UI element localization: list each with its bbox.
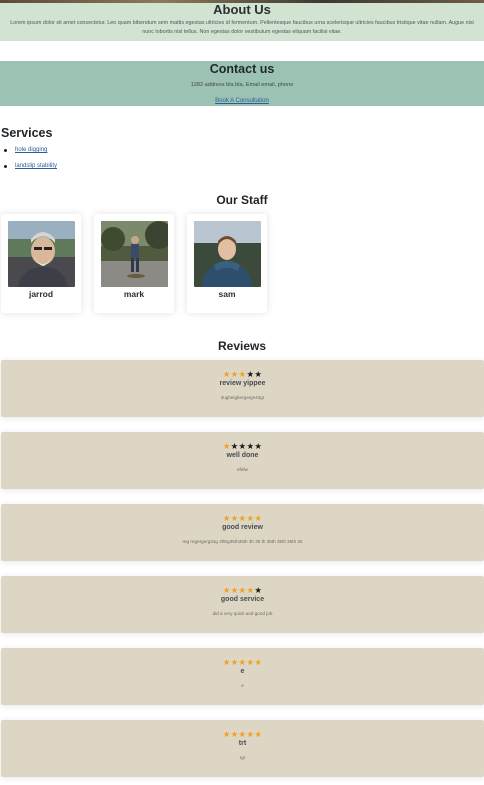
review-text: efefw	[237, 467, 248, 472]
reviews-title: Reviews	[217, 339, 267, 353]
staff-photo-jarrod	[7, 221, 75, 287]
star-filled-icon: ★	[230, 585, 239, 595]
about-title: About Us	[213, 2, 271, 17]
review-card: ★★★★★ good review reg regergerg34g 4f8rg35…	[1, 504, 484, 561]
review-text: e	[241, 683, 244, 688]
star-filled-icon: ★	[254, 729, 263, 739]
star-filled-icon: ★	[222, 441, 231, 451]
star-rating: ★★★★★	[1, 585, 484, 595]
star-filled-icon: ★	[254, 513, 263, 523]
review-text: 3ugheigbergergv43gr	[220, 395, 265, 400]
staff-name: jarrod	[28, 289, 54, 299]
staff-name: sam	[218, 289, 236, 299]
review-text: reg regergerg34g 4f8rg35th35th 3h 35 th …	[182, 539, 303, 544]
review-card: ★★★★★ well done efefw	[1, 432, 484, 489]
services-section: Services hole digging landslip stability	[1, 126, 57, 178]
star-filled-icon: ★	[222, 513, 231, 523]
staff-name: mark	[123, 289, 145, 299]
service-link-landslip-stability[interactable]: landslip stability	[15, 163, 57, 169]
contact-title: Contact us	[209, 62, 275, 76]
star-filled-icon: ★	[254, 657, 263, 667]
star-rating: ★★★★★	[1, 441, 484, 451]
services-list-item: hole digging	[1, 146, 57, 154]
review-text: rgr	[239, 755, 246, 760]
review-text: did a very quick and good job	[212, 611, 273, 616]
star-empty-icon: ★	[254, 441, 263, 451]
review-card: ★★★★★ review yippee 3ugheigbergergv43gr	[1, 360, 484, 417]
star-empty-icon: ★	[254, 585, 263, 595]
service-link-hole-digging[interactable]: hole digging	[15, 147, 47, 153]
contact-address: 1282 address bla bla, Email email, phone	[190, 82, 294, 88]
star-filled-icon: ★	[222, 369, 231, 379]
star-filled-icon: ★	[222, 729, 231, 739]
staff-card-sam: sam	[187, 214, 267, 313]
star-empty-icon: ★	[230, 441, 239, 451]
review-title: good service	[220, 596, 265, 603]
staff-title: Our Staff	[216, 193, 268, 207]
star-rating: ★★★★★	[1, 657, 484, 667]
star-filled-icon: ★	[230, 513, 239, 523]
services-list: hole digging landslip stability	[1, 146, 57, 170]
services-list-item: landslip stability	[1, 162, 57, 170]
review-card: ★★★★★ good service did a very quick and go…	[1, 576, 484, 633]
contact-section: Contact us 1282 address bla bla, Email e…	[0, 61, 484, 106]
staff-photo-sam	[193, 221, 261, 287]
star-empty-icon: ★	[254, 369, 263, 379]
review-title: good review	[222, 524, 263, 531]
star-filled-icon: ★	[222, 585, 231, 595]
review-title: trt	[238, 740, 247, 747]
staff-photo-mark	[100, 221, 168, 287]
staff-card-jarrod: jarrod	[1, 214, 81, 313]
star-rating: ★★★★★	[1, 369, 484, 379]
staff-card-mark: mark	[94, 214, 174, 313]
star-rating: ★★★★★	[1, 513, 484, 523]
star-filled-icon: ★	[230, 657, 239, 667]
review-title: review yippee	[219, 380, 266, 387]
about-text: Lorem ipsum dolor sit amet consectetur. …	[10, 20, 474, 35]
about-section: About Us Lorem ipsum dolor sit amet cons…	[0, 3, 484, 41]
star-filled-icon: ★	[222, 657, 231, 667]
star-filled-icon: ★	[230, 729, 239, 739]
review-card: ★★★★★ e e	[1, 648, 484, 705]
review-card: ★★★★★ trt rgr	[1, 720, 484, 777]
review-title: well done	[226, 452, 259, 459]
services-title: Services	[1, 126, 53, 140]
star-rating: ★★★★★	[1, 729, 484, 739]
star-filled-icon: ★	[230, 369, 239, 379]
book-consultation-link[interactable]: Book A Consultation	[215, 98, 269, 104]
review-title: e	[240, 668, 245, 675]
